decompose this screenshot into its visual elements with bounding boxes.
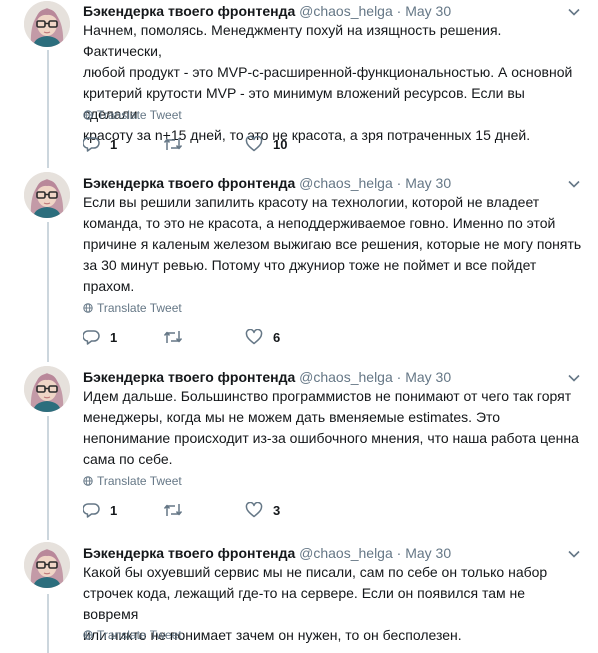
author-handle[interactable]: @chaos_helga [299,175,393,191]
globe-icon [83,110,93,120]
tweet-date[interactable]: May 30 [405,3,451,19]
like-button[interactable]: 6 [245,329,280,345]
author-name[interactable]: Бэкендерка твоего фронтенда [83,369,295,385]
heart-icon [245,502,263,518]
avatar[interactable] [24,542,70,588]
chevron-down-icon[interactable] [568,8,580,16]
tweet[interactable]: Бэкендерка твоего фронтенда @chaos_helga… [0,366,598,540]
heart-icon [245,329,263,345]
separator: · [396,3,402,19]
tweet-header: Бэкендерка твоего фронтенда @chaos_helga… [83,3,451,19]
like-button[interactable]: 3 [245,502,280,518]
tweet[interactable]: Бэкендерка твоего фронтенда @chaos_helga… [0,172,598,364]
like-button[interactable]: 10 [245,136,287,152]
tweet-header: Бэкендерка твоего фронтенда @chaos_helga… [83,369,451,385]
reply-button[interactable]: 1 [83,329,117,345]
globe-icon [83,630,93,640]
translate-tweet-link[interactable]: Translate Tweet [83,108,182,122]
like-count: 10 [273,136,288,152]
chevron-down-icon[interactable] [568,550,580,558]
reply-button[interactable]: 1 [83,136,117,152]
tweet-text: Если вы решили запилить красоту на техно… [83,194,582,294]
separator: · [396,175,402,191]
reply-icon [83,137,100,152]
avatar[interactable] [24,1,70,47]
tweet-date[interactable]: May 30 [405,369,451,385]
retweet-icon [163,504,183,516]
author-name[interactable]: Бэкендерка твоего фронтенда [83,545,295,561]
translate-label: Translate Tweet [97,474,182,488]
tweet-text: Идем дальше. Большинство программистов н… [83,388,579,467]
tweet[interactable]: Бэкендерка твоего фронтенда @chaos_helga… [0,0,598,172]
tweet-header: Бэкендерка твоего фронтенда @chaos_helga… [83,175,451,191]
reply-icon [83,503,100,518]
retweet-button[interactable] [163,136,193,152]
retweet-icon [163,138,183,150]
reply-button[interactable]: 1 [83,502,117,518]
retweet-icon [163,331,183,343]
chevron-down-icon[interactable] [568,374,580,382]
retweet-button[interactable] [163,502,193,518]
like-count: 6 [273,329,281,345]
author-handle[interactable]: @chaos_helga [299,545,393,561]
reply-count: 1 [110,502,118,518]
tweet[interactable]: Бэкендерка твоего фронтенда @chaos_helga… [0,542,598,653]
like-count: 3 [273,502,281,518]
chevron-down-icon[interactable] [568,180,580,188]
author-name[interactable]: Бэкендерка твоего фронтенда [83,3,295,19]
avatar[interactable] [24,366,70,412]
author-handle[interactable]: @chaos_helga [299,3,393,19]
avatar[interactable] [24,172,70,218]
heart-icon [245,136,263,152]
globe-icon [83,303,93,313]
tweet-date[interactable]: May 30 [405,175,451,191]
translate-tweet-link[interactable]: Translate Tweet [83,301,182,315]
translate-label: Translate Tweet [97,628,182,642]
tweet-text: Начнем, помолясь. Менеджменту похуй на и… [83,22,573,143]
translate-tweet-link[interactable]: Translate Tweet [83,474,182,488]
tweet-date[interactable]: May 30 [405,545,451,561]
author-handle[interactable]: @chaos_helga [299,369,393,385]
translate-label: Translate Tweet [97,301,182,315]
separator: · [396,369,402,385]
separator: · [396,545,402,561]
translate-tweet-link[interactable]: Translate Tweet [83,628,182,642]
globe-icon [83,476,93,486]
translate-label: Translate Tweet [97,108,182,122]
tweet-header: Бэкендерка твоего фронтенда @chaos_helga… [83,545,451,561]
retweet-button[interactable] [163,329,193,345]
author-name[interactable]: Бэкендерка твоего фронтенда [83,175,295,191]
reply-icon [83,330,100,345]
reply-count: 1 [110,136,118,152]
reply-count: 1 [110,329,118,345]
